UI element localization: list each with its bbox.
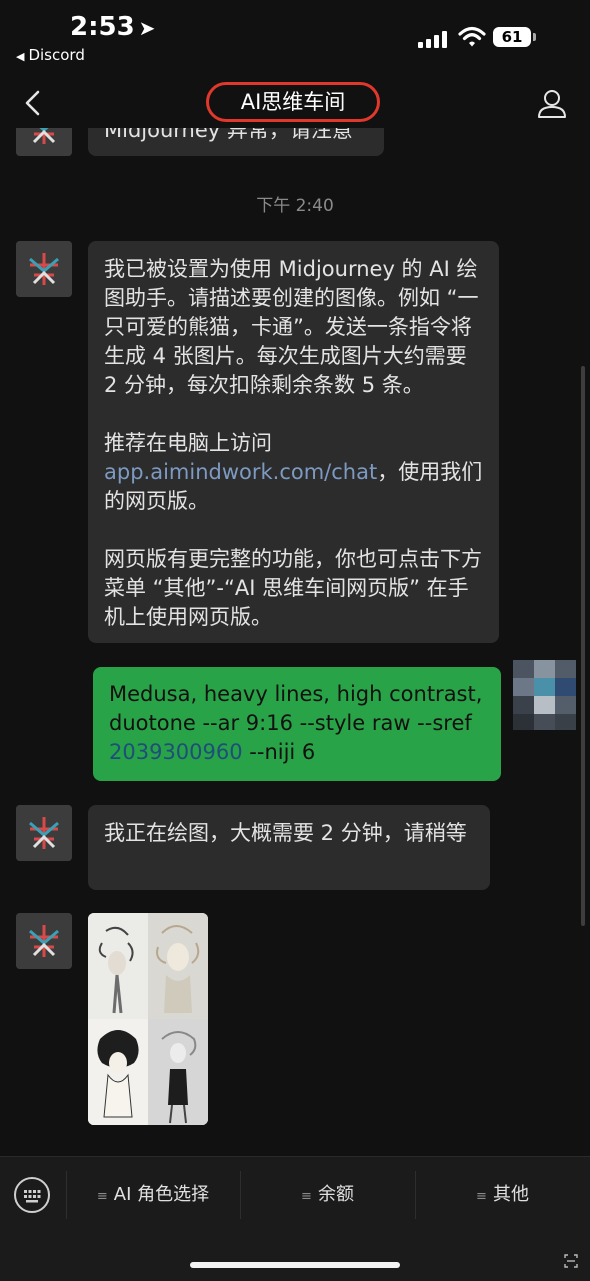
generated-image-grid[interactable] xyxy=(88,913,208,1125)
battery-indicator: 61 xyxy=(493,27,536,47)
menu-lines-icon: ≡ xyxy=(96,1189,108,1204)
wifi-icon xyxy=(458,26,486,47)
bot-logo-icon xyxy=(16,241,72,297)
bot-avatar[interactable] xyxy=(16,913,72,969)
bot-message-bubble: 我已被设置为使用 Midjourney 的 AI 绘图助手。请描述要创建的图像。… xyxy=(88,241,499,643)
medusa-illustration-image xyxy=(88,913,208,1125)
menu-lines-icon: ≡ xyxy=(301,1189,312,1204)
user-avatar[interactable] xyxy=(513,660,576,730)
back-to-app-link[interactable]: ◀ Discord xyxy=(16,46,85,64)
bot-menu-hint-text: 网页版有更完整的功能，你也可点击下方菜单 “其他”-“AI 思维车间网页版” 在… xyxy=(104,547,482,629)
status-bar: 2:53 ➤ ◀ Discord 61 xyxy=(0,0,590,80)
bot-avatar[interactable] xyxy=(16,241,72,297)
scan-icon[interactable] xyxy=(564,1254,578,1268)
title-highlight-circle: AI思维车间 xyxy=(206,82,380,122)
back-triangle-icon: ◀ xyxy=(16,50,25,63)
menu-item-role-select[interactable]: ≡ AI 角色选择 xyxy=(66,1157,240,1233)
pixelated-avatar-icon xyxy=(513,660,576,730)
bot-logo-icon xyxy=(16,128,72,156)
bot-intro-text: 我已被设置为使用 Midjourney 的 AI 绘图助手。请描述要创建的图像。… xyxy=(104,257,479,397)
page-title: AI思维车间 xyxy=(240,90,346,114)
location-arrow-icon: ➤ xyxy=(138,16,156,40)
scrollbar[interactable] xyxy=(581,366,585,926)
bot-message-text: Midjourney 异常，请注意 xyxy=(104,128,353,142)
web-app-link[interactable]: app.aimindwork.com/chat xyxy=(104,460,377,484)
chat-area[interactable]: Midjourney 异常，请注意 下午 2:40 我已被设置为使用 Midjo… xyxy=(0,128,590,1156)
home-indicator[interactable] xyxy=(190,1262,400,1268)
profile-icon[interactable] xyxy=(536,86,568,120)
nav-bar: AI思维车间 xyxy=(0,80,590,128)
menu-item-other[interactable]: ≡ 其他 xyxy=(415,1157,590,1233)
bot-status-text: 我正在绘图，大概需要 2 分钟，请稍等 xyxy=(104,821,467,845)
back-arrow-icon[interactable] xyxy=(18,86,48,120)
keyboard-toggle-icon[interactable] xyxy=(14,1177,50,1213)
sref-link[interactable]: 2039300960 xyxy=(109,740,243,764)
status-time: 2:53 ➤ xyxy=(70,12,156,42)
menu-lines-icon: ≡ xyxy=(476,1189,487,1204)
bot-logo-icon xyxy=(16,805,72,861)
bot-message-bubble: Midjourney 异常，请注意 xyxy=(88,128,384,156)
cellular-signal-icon xyxy=(418,30,448,48)
user-message-bubble: Medusa, heavy lines, high contrast, duot… xyxy=(93,667,501,781)
message-timestamp: 下午 2:40 xyxy=(256,196,334,216)
bot-logo-icon xyxy=(16,913,72,969)
bot-message-bubble: 我正在绘图，大概需要 2 分钟，请稍等 xyxy=(88,805,490,890)
bot-visit-text: 推荐在电脑上访问app.aimindwork.com/chat，使用我们的网页版… xyxy=(104,431,483,513)
bot-avatar[interactable] xyxy=(16,805,72,861)
menu-item-balance[interactable]: ≡ 余额 xyxy=(240,1157,415,1233)
bot-avatar[interactable] xyxy=(16,128,72,156)
